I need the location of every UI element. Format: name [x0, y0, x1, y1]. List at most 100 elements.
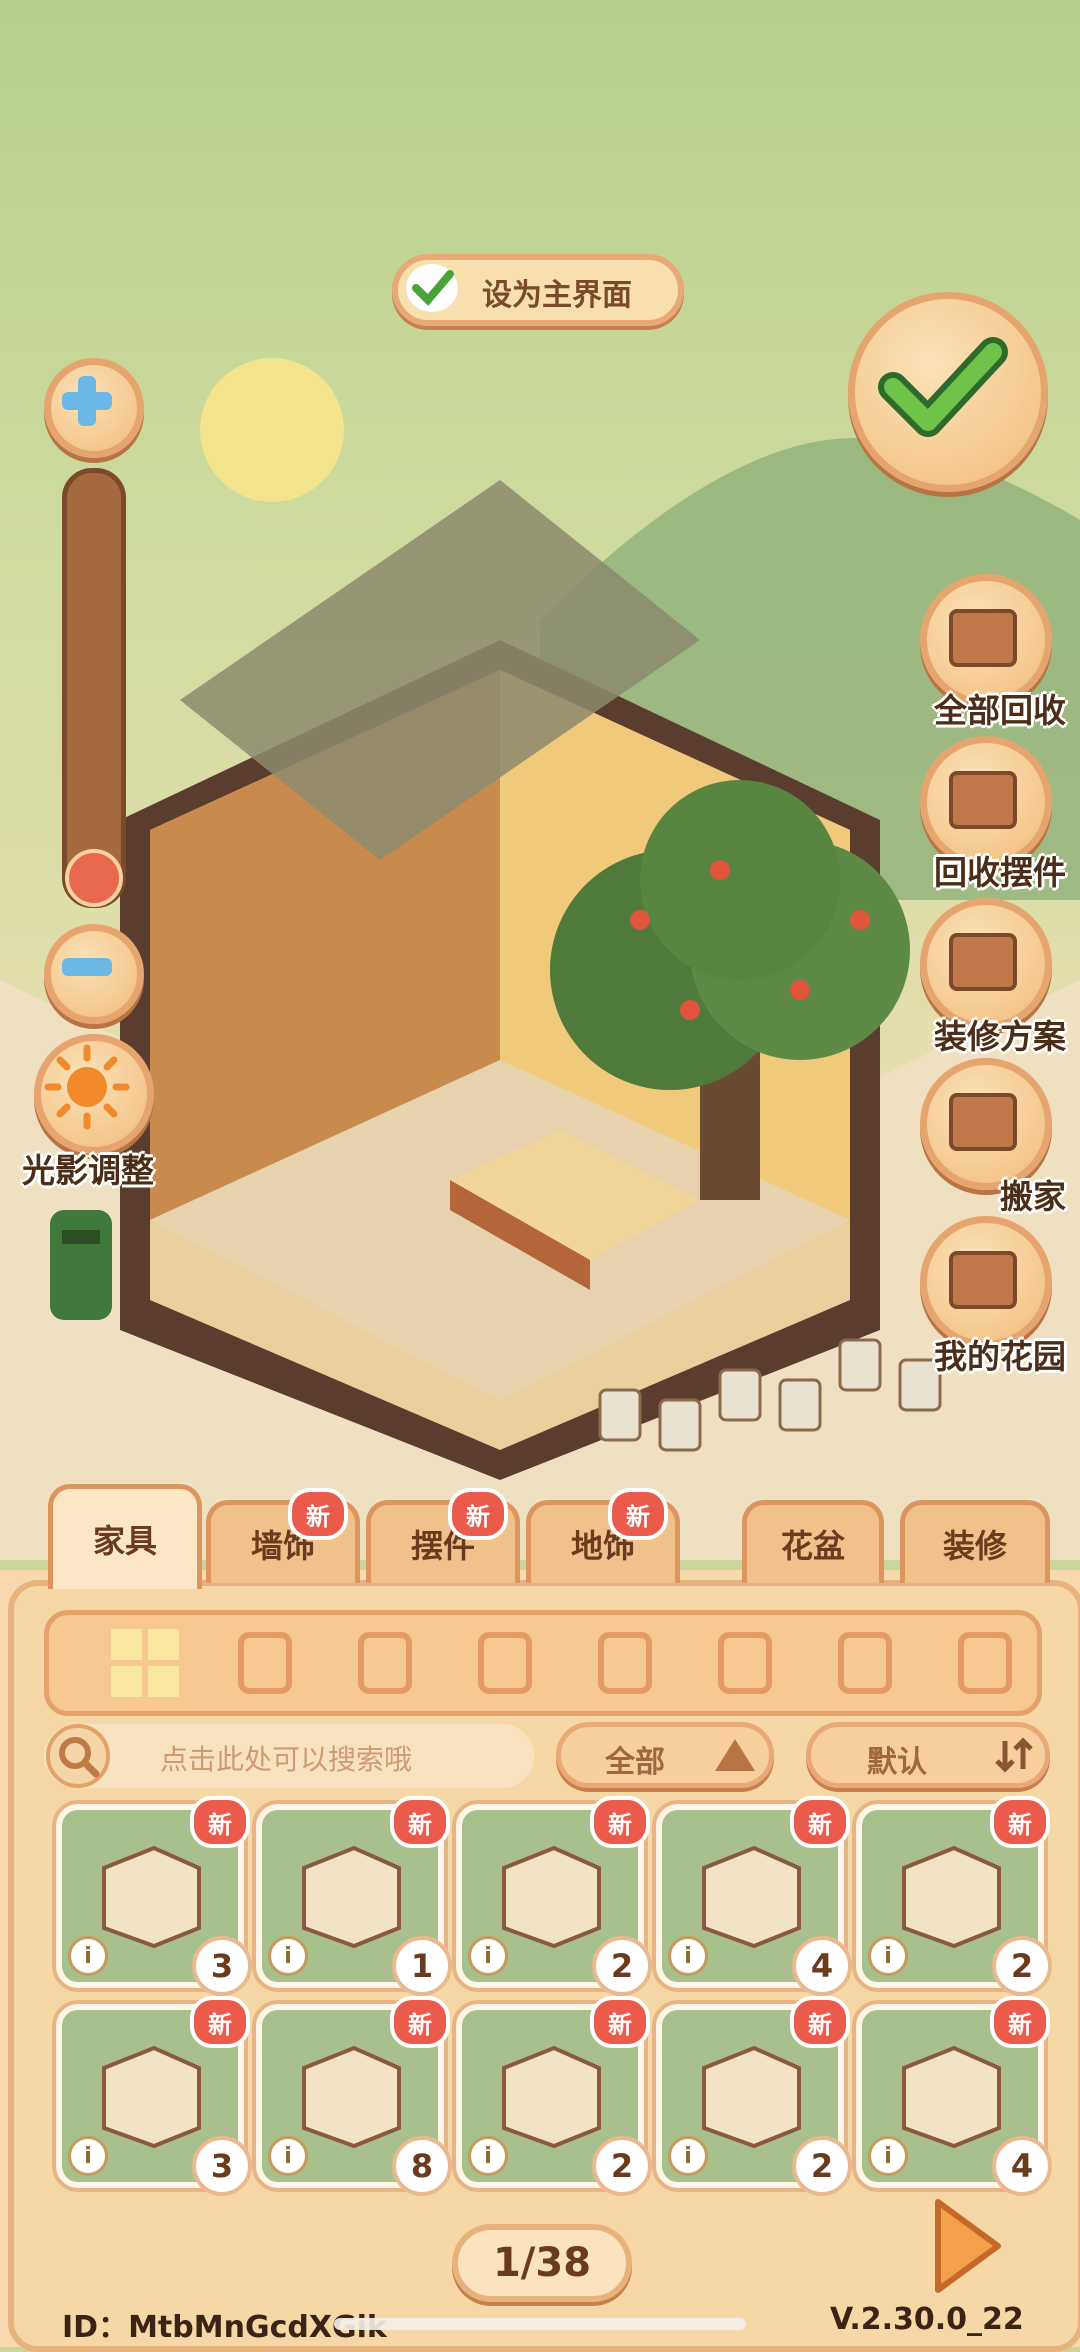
version-label: V.2.30.0_22 [830, 2302, 1024, 2337]
new-badge: 新 [390, 1796, 450, 1848]
light-adjust-button[interactable] [34, 1034, 154, 1154]
item-card-storage-shelf[interactable]: 新 i 2 [456, 1996, 652, 2196]
item-count: 2 [792, 2136, 852, 2196]
next-page-button[interactable] [926, 2196, 1006, 2296]
new-badge: 新 [190, 1996, 250, 2048]
item-count: 3 [192, 2136, 252, 2196]
info-icon[interactable]: i [868, 2136, 908, 2176]
sort-arrows-icon [995, 1737, 1033, 1773]
tab-0[interactable]: 家具 [48, 1484, 202, 1589]
toilet-icon[interactable] [349, 1627, 421, 1699]
side-button-label: 回收摆件 [934, 853, 1066, 892]
set-main-label: 设为主界面 [482, 278, 632, 313]
info-icon[interactable]: i [668, 1936, 708, 1976]
item-card-sink-vanity[interactable]: 新 i 2 [456, 1796, 652, 1996]
side-button-label: 全部回收 [934, 691, 1066, 730]
new-badge: 新 [288, 1488, 348, 1540]
info-icon[interactable]: i [68, 1936, 108, 1976]
filter-label: 全部 [605, 1745, 665, 1780]
cabinet-icon[interactable] [709, 1627, 781, 1699]
page-label: 1/38 [492, 2240, 592, 2286]
item-count: 4 [992, 2136, 1052, 2196]
side-button-label: 搬家 [1000, 1177, 1066, 1216]
category-bar [44, 1610, 1042, 1716]
scene-artwork [0, 358, 1080, 1560]
new-badge: 新 [448, 1488, 508, 1540]
garden-gate-icon [949, 1251, 1017, 1309]
set-main-toggle[interactable]: 设为主界面 [392, 254, 684, 326]
bed-icon[interactable] [589, 1627, 661, 1699]
item-thumbnail [884, 1828, 1014, 1949]
home-indicator [334, 2318, 746, 2330]
item-thumbnail [684, 1828, 814, 1949]
search-box[interactable]: 点击此处可以搜索哦 [44, 1724, 534, 1788]
item-card-toilet[interactable]: 新 i 4 [656, 1796, 852, 1996]
new-badge: 新 [590, 1796, 650, 1848]
new-badge: 新 [190, 1796, 250, 1848]
item-thumbnail [484, 2028, 614, 2149]
info-icon[interactable]: i [268, 1936, 308, 1976]
tab-label: 装修 [942, 1527, 1007, 1565]
new-badge: 新 [390, 1996, 450, 2048]
side-button-label: 装修方案 [934, 1017, 1066, 1056]
new-badge: 新 [790, 1996, 850, 2048]
tab-label: 花盆 [780, 1527, 845, 1565]
item-thumbnail [284, 1828, 414, 1949]
new-badge: 新 [990, 1996, 1050, 2048]
item-card-wood-cabinet[interactable]: 新 i 1 [256, 1796, 452, 1996]
item-thumbnail [884, 2028, 1014, 2149]
info-icon[interactable]: i [268, 2136, 308, 2176]
light-adjust-label: 光影调整 [22, 1151, 154, 1190]
item-card-glass-table[interactable]: 新 i 4 [856, 1996, 1052, 2196]
stool-icon[interactable] [469, 1627, 541, 1699]
checkmark-icon [878, 337, 1008, 437]
info-icon[interactable]: i [468, 2136, 508, 2176]
item-thumbnail [484, 1828, 614, 1949]
item-count: 2 [992, 1936, 1052, 1996]
info-icon[interactable]: i [668, 2136, 708, 2176]
filter-dropdown[interactable]: 全部 [556, 1722, 774, 1788]
tab-5[interactable]: 装修 [900, 1500, 1050, 1583]
item-count: 2 [592, 1936, 652, 1996]
item-card-low-cabinet[interactable]: 新 i 2 [656, 1996, 852, 2196]
recycle-ornament-icon [949, 771, 1017, 829]
lamp-icon[interactable] [949, 1627, 1021, 1699]
side-button-4[interactable] [920, 1216, 1052, 1348]
info-icon[interactable]: i [68, 2136, 108, 2176]
zoom-slider[interactable] [62, 468, 126, 908]
tab-4[interactable]: 花盆 [742, 1500, 884, 1583]
item-count: 8 [392, 2136, 452, 2196]
room-scene[interactable] [0, 0, 1080, 1560]
info-icon[interactable]: i [468, 1936, 508, 1976]
sort-label: 默认 [867, 1745, 927, 1780]
item-thumbnail [84, 1828, 214, 1949]
arrow-right-icon [935, 2199, 1001, 2293]
table-icon[interactable] [829, 1627, 901, 1699]
item-count: 2 [592, 2136, 652, 2196]
confirm-button[interactable] [848, 292, 1048, 492]
item-card-bathtub[interactable]: 新 i 2 [856, 1796, 1052, 1996]
item-count: 4 [792, 1936, 852, 1996]
fridge-icon[interactable] [229, 1627, 301, 1699]
item-card-washer-cabinet[interactable]: 新 i 3 [56, 1796, 252, 1996]
grid-all-icon[interactable] [109, 1627, 181, 1699]
renovation-plan-icon [949, 933, 1017, 991]
item-thumbnail [284, 2028, 414, 2149]
zoom-in-button[interactable] [44, 358, 144, 458]
recycle-all-icon [949, 609, 1017, 667]
triangle-up-icon [715, 1739, 755, 1771]
new-badge: 新 [990, 1796, 1050, 1848]
item-count: 3 [192, 1936, 252, 1996]
item-card-glass-screen[interactable]: 新 i 8 [256, 1996, 452, 2196]
minus-icon [62, 958, 112, 976]
side-button-label: 我的花园 [934, 1337, 1066, 1376]
item-card-tall-shelf[interactable]: 新 i 3 [56, 1996, 252, 2196]
zoom-slider-handle[interactable] [65, 849, 123, 907]
search-icon [46, 1724, 110, 1788]
zoom-out-button[interactable] [44, 924, 144, 1024]
sort-dropdown[interactable]: 默认 [806, 1722, 1050, 1788]
info-icon[interactable]: i [868, 1936, 908, 1976]
plus-icon [62, 376, 112, 426]
tab-label: 家具 [92, 1522, 157, 1560]
checkbox-checked-icon [406, 264, 458, 312]
